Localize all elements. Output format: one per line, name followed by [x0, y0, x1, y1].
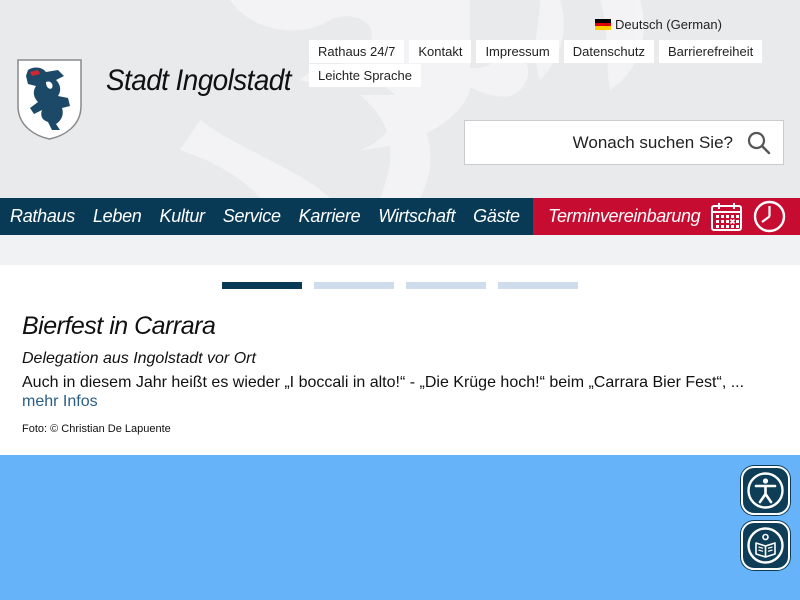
slider-pagination: [222, 282, 578, 289]
section-divider: [0, 235, 800, 265]
flag-de-icon: [595, 19, 611, 30]
clock-icon[interactable]: [752, 200, 787, 233]
calendar-icon[interactable]: [710, 201, 743, 232]
nav-item-wirtschaft[interactable]: Wirtschaft: [378, 206, 455, 227]
link-datenschutz[interactable]: Datenschutz: [563, 40, 654, 63]
service-links: Rathaus 24/7 Kontakt Impressum Datenschu…: [309, 40, 769, 87]
search-box: [464, 120, 784, 165]
city-coat-of-arms-logo[interactable]: [16, 58, 83, 140]
slide-indicator-1[interactable]: [222, 282, 302, 289]
photo-credit: Foto: © Christian De Lapuente: [22, 423, 171, 435]
link-impressum[interactable]: Impressum: [476, 40, 559, 63]
search-icon[interactable]: [745, 129, 773, 157]
nav-item-leben[interactable]: Leben: [93, 206, 142, 227]
easy-reading-icon: [747, 527, 784, 564]
link-rathaus-24-7[interactable]: Rathaus 24/7: [309, 40, 405, 63]
more-info-link[interactable]: mehr Infos: [22, 393, 98, 411]
easy-reading-button[interactable]: [741, 521, 790, 570]
language-label: Deutsch (German): [615, 17, 722, 32]
nav-item-kultur[interactable]: Kultur: [160, 206, 206, 227]
site-title[interactable]: Stadt Ingolstadt: [106, 64, 292, 98]
search-input[interactable]: [465, 121, 745, 164]
site-header: Deutsch (German) Rathaus 24/7 Kontakt Im…: [0, 0, 800, 198]
teaser-text: Auch in diesem Jahr heißt es wieder „I b…: [22, 374, 745, 391]
appointment-label: Terminvereinbarung: [548, 206, 701, 226]
link-barrierefreiheit[interactable]: Barrierefreiheit: [659, 40, 763, 63]
slide-indicator-3[interactable]: [406, 282, 486, 289]
slide-indicator-4[interactable]: [498, 282, 578, 289]
accessibility-button[interactable]: [741, 466, 790, 515]
slide-indicator-2[interactable]: [314, 282, 394, 289]
nav-item-service[interactable]: Service: [223, 206, 281, 227]
accessibility-icon: [747, 472, 784, 509]
main-navigation: Rathaus Leben Kultur Service Karriere Wi…: [0, 198, 800, 235]
nav-item-karriere[interactable]: Karriere: [299, 206, 361, 227]
language-switcher[interactable]: Deutsch (German): [595, 17, 722, 32]
nav-item-gaeste[interactable]: Gäste: [473, 206, 520, 227]
teaser-title: Bierfest in Carrara: [22, 312, 216, 340]
news-teaser: Bierfest in Carrara Delegation aus Ingol…: [22, 312, 782, 435]
link-leichte-sprache[interactable]: Leichte Sprache: [309, 64, 421, 87]
link-kontakt[interactable]: Kontakt: [409, 40, 472, 63]
teaser-subtitle: Delegation aus Ingolstadt vor Ort: [22, 350, 256, 367]
nav-item-rathaus[interactable]: Rathaus: [10, 206, 75, 227]
teaser-photo: [0, 455, 800, 600]
